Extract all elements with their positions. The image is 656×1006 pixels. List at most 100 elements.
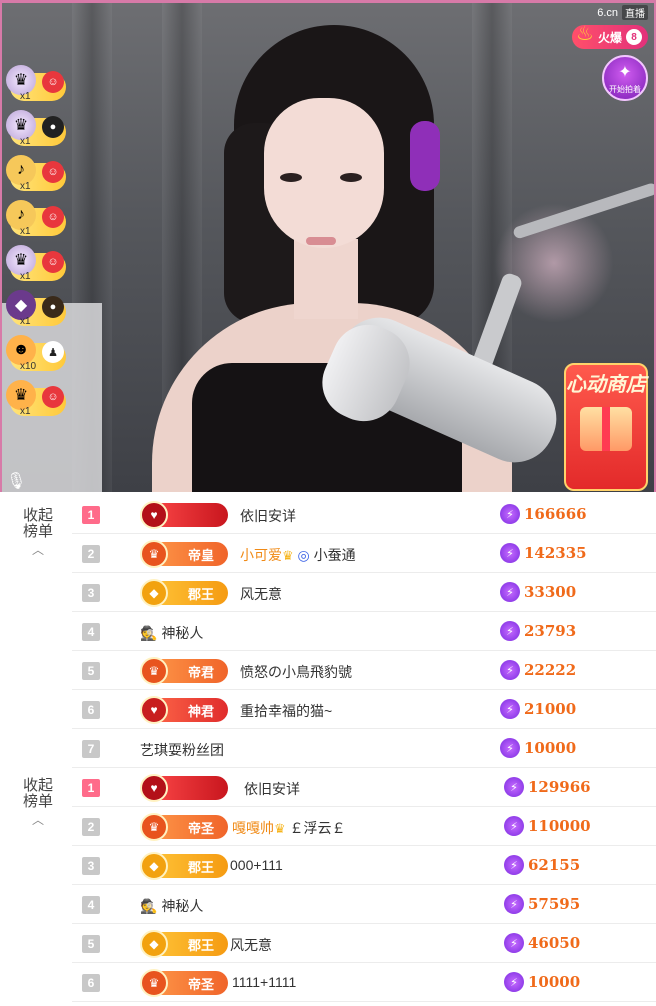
crown-icon: ♛: [274, 821, 286, 836]
bolt-icon: ⚡: [500, 582, 520, 602]
ranking-row[interactable]: 1 ♥ 依旧安详 ⚡ 166666: [72, 496, 656, 534]
noble-badge: ♥: [140, 774, 228, 802]
ranking-row[interactable]: 2 ♛ 帝皇 小可爱♛ ◎ 小蚕通 ⚡ 142335: [72, 535, 656, 573]
score: ⚡ 166666: [500, 504, 587, 524]
score: ⚡ 23793: [500, 621, 576, 641]
rank-number: 5: [82, 935, 100, 953]
score: ⚡ 33300: [500, 582, 576, 602]
guard-label: 开始拍着: [609, 85, 641, 94]
gift-icon: ☺: [42, 71, 64, 93]
rank-number: 4: [82, 896, 100, 914]
ranking-row[interactable]: 6 ♛ 帝圣 1111+1111 ⚡ 10000: [72, 964, 656, 1002]
ranking-row[interactable]: 1 ♥ 依旧安详 ⚡ 129966: [72, 769, 656, 807]
gift-feed-item: ☻ ♟ x10: [6, 335, 68, 375]
user-name: 风无意: [230, 937, 272, 953]
shop-button[interactable]: 心动商店: [564, 363, 648, 491]
ranking-row[interactable]: 6 ♥ 神君 重拾幸福的猫~ ⚡ 21000: [72, 691, 656, 729]
noble-emblem-icon: ♥: [140, 774, 168, 802]
live-label: 直播: [622, 5, 648, 20]
shop-title: 心动商店: [566, 374, 646, 396]
bolt-icon: ⚡: [504, 855, 524, 875]
gift-count: x1: [20, 91, 31, 102]
noble-emblem-icon: ◆: [140, 579, 168, 607]
rank-number: 6: [82, 974, 100, 992]
gift-icon: ☺: [42, 251, 64, 273]
noble-emblem-icon: ◆: [140, 852, 168, 880]
gift-count: x1: [20, 271, 31, 282]
noble-badge: ♛ 帝圣: [140, 813, 228, 841]
ranking-row[interactable]: 4 🕵 神秘人 ⚡ 57595: [72, 886, 656, 924]
gift-icon: ☺: [42, 386, 64, 408]
user-name: 🕵 神秘人: [140, 625, 204, 641]
rank-number: 3: [82, 857, 100, 875]
user-name: 风无意: [240, 586, 282, 602]
streamer-lips: [306, 237, 336, 245]
gift-count: x1: [20, 136, 31, 147]
rank-number: 1: [82, 779, 100, 797]
score: ⚡ 129966: [504, 777, 591, 797]
microphone-icon[interactable]: 🎙: [6, 471, 26, 491]
noble-emblem-icon: ◆: [140, 930, 168, 958]
rank-number: 2: [82, 545, 100, 563]
gift-feed-item: ◆ ● x1: [6, 290, 68, 330]
gift-count: x1: [20, 316, 31, 327]
gift-icon: ☺: [42, 206, 64, 228]
collapse-label: 收起榜单: [22, 507, 53, 540]
gift-feed-item: ♪ ☺ x1: [6, 155, 68, 195]
gift-box-icon: [580, 407, 632, 451]
user-name: 000+111: [230, 857, 283, 873]
noble-badge: ◆ 郡王: [140, 930, 228, 958]
noble-badge: ♛ 帝圣: [140, 969, 228, 997]
score: ⚡ 57595: [504, 894, 580, 914]
bolt-icon: ⚡: [504, 777, 524, 797]
rank-number: 5: [82, 662, 100, 680]
gift-feed-item: ♪ ☺ x1: [6, 200, 68, 240]
user-name: 1111+1111: [232, 974, 297, 990]
noble-emblem-icon: ♛: [140, 657, 168, 685]
bolt-icon: ⚡: [504, 894, 524, 914]
live-video[interactable]: 6.cn 直播 ♨ 火爆 8 ✦ 开始拍着 心动商店 ♛ ☺ x1 ♛ ● x1…: [0, 0, 656, 492]
ranking-row[interactable]: 3 ◆ 郡王 000+111 ⚡ 62155: [72, 847, 656, 885]
noble-badge: ♥ 神君: [140, 696, 228, 724]
gift-feed-item: ♛ ☺ x1: [6, 380, 68, 420]
streamer-face: [264, 98, 384, 248]
gift-icon: ♟: [42, 341, 64, 363]
noble-emblem-icon: ♛: [140, 813, 168, 841]
noble-badge: ♛ 帝君: [140, 657, 228, 685]
bolt-icon: ⚡: [504, 972, 524, 992]
score: ⚡ 22222: [500, 660, 576, 680]
collapse-list-toggle[interactable]: 收起榜单 ︿: [18, 778, 58, 828]
gift-count: x1: [20, 406, 31, 417]
noble-badge: ◆ 郡王: [140, 852, 228, 880]
ranking-row[interactable]: 3 ◆ 郡王 风无意 ⚡ 33300: [72, 574, 656, 612]
bolt-icon: ⚡: [504, 933, 524, 953]
gift-feed-item: ♛ ☺ x1: [6, 245, 68, 285]
collapse-label: 收起榜单: [22, 777, 53, 810]
gift-icon: ●: [42, 116, 64, 138]
guard-button[interactable]: ✦ 开始拍着: [602, 55, 648, 101]
user-name: 嘎嘎帅♛ ￡浮云￡: [232, 820, 346, 836]
dancer-icon: ✦: [618, 64, 632, 81]
noble-emblem-icon: ♥: [140, 696, 168, 724]
ranking-row[interactable]: 5 ◆ 郡王 风无意 ⚡ 46050: [72, 925, 656, 963]
rank-number: 7: [82, 740, 100, 758]
noble-badge: ♛ 帝皇: [140, 540, 228, 568]
score: ⚡ 10000: [504, 972, 580, 992]
ranking-row[interactable]: 2 ♛ 帝圣 嘎嘎帅♛ ￡浮云￡ ⚡ 110000: [72, 808, 656, 846]
rank-number: 4: [82, 623, 100, 641]
score: ⚡ 10000: [500, 738, 576, 758]
hot-badge[interactable]: ♨ 火爆 8: [571, 23, 648, 49]
flame-icon: ♨: [575, 23, 594, 45]
ranking-row[interactable]: 7 艺琪耍粉丝团 ⚡ 10000: [72, 730, 656, 768]
noble-emblem-icon: ♥: [140, 501, 168, 529]
gift-count: x1: [20, 226, 31, 237]
user-name: 依旧安详: [240, 508, 296, 524]
ranking-row[interactable]: 5 ♛ 帝君 愤怒の小鳥飛豹號 ⚡ 22222: [72, 652, 656, 690]
gift-count: x1: [20, 181, 31, 192]
score: ⚡ 21000: [500, 699, 576, 719]
gift-icon: ☺: [42, 161, 64, 183]
ranking-row[interactable]: 4 🕵 神秘人 ⚡ 23793: [72, 613, 656, 651]
hot-label: 火爆: [597, 30, 622, 45]
user-name: 重拾幸福的猫~: [240, 703, 333, 719]
collapse-list-toggle[interactable]: 收起榜单 ︿: [18, 508, 58, 558]
